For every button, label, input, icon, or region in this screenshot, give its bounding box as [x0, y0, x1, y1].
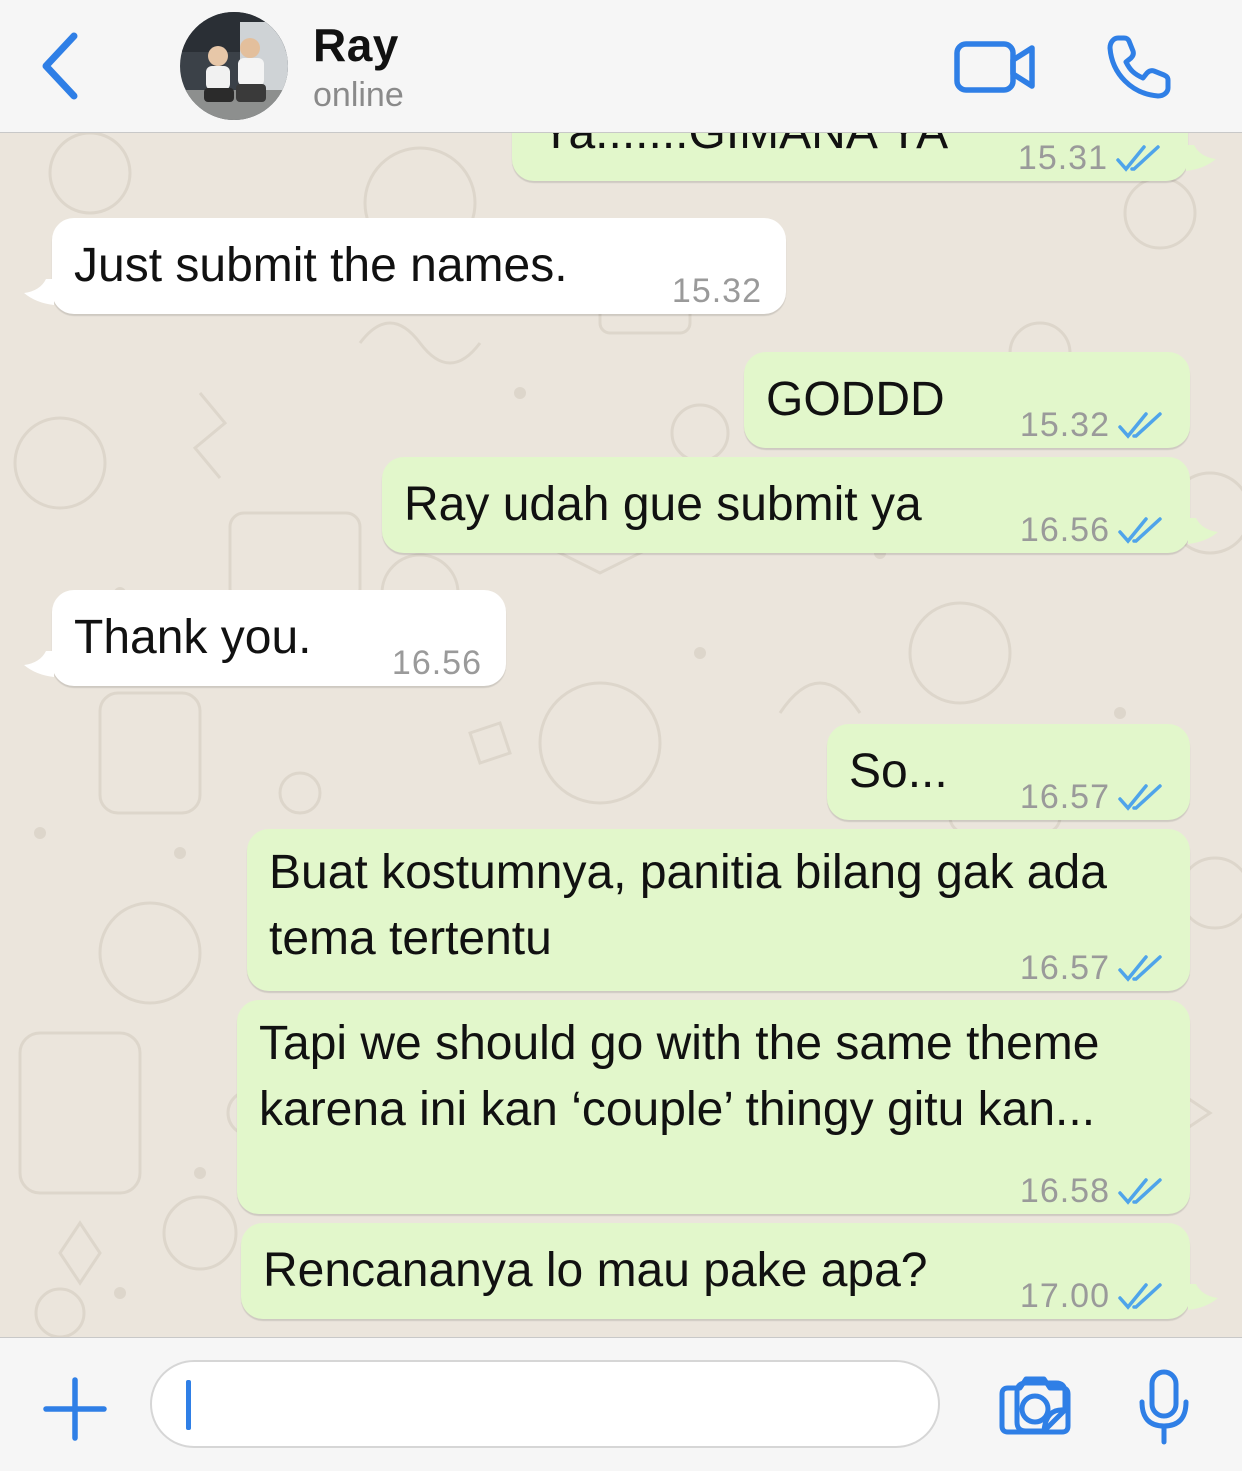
microphone-icon — [1139, 1369, 1189, 1445]
message-bubble-outgoing[interactable]: So... 16.57 — [827, 724, 1190, 820]
bubble-tail — [1188, 1284, 1218, 1310]
message-text: Ray udah gue submit ya — [404, 478, 922, 531]
message-bubble-outgoing[interactable]: Ray udah gue submit ya 16.56 — [382, 457, 1190, 553]
plus-icon — [43, 1377, 107, 1441]
attach-button[interactable] — [40, 1374, 110, 1444]
message-time: 16.58 — [1019, 1172, 1110, 1210]
message-time: 15.32 — [1019, 406, 1110, 444]
voice-message-button[interactable] — [1136, 1368, 1192, 1446]
bubble-tail — [1188, 518, 1218, 544]
message-time: 16.56 — [391, 644, 482, 682]
contact-avatar[interactable] — [180, 12, 288, 120]
message-bubble-incoming[interactable]: Just submit the names. 15.32 — [52, 218, 786, 314]
read-ticks-icon — [1118, 955, 1162, 982]
message-text-line: Buat kostumnya, panitia bilang gak ada — [269, 846, 1107, 899]
message-bubble-outgoing[interactable]: Buat kostumnya, panitia bilang gak ada t… — [247, 829, 1190, 991]
message-text: So... — [849, 745, 948, 798]
message-time: 15.32 — [671, 272, 762, 310]
video-call-button[interactable] — [952, 36, 1040, 98]
camera-button[interactable] — [998, 1374, 1072, 1436]
message-text: Ya.......GIMANA YA — [540, 133, 948, 166]
text-caret — [186, 1380, 191, 1430]
voice-call-button[interactable] — [1104, 32, 1174, 102]
message-time: 16.57 — [1019, 949, 1110, 987]
phone-icon — [1107, 35, 1171, 99]
bubble-tail — [24, 651, 54, 677]
message-text-line: karena ini kan ‘couple’ thingy gitu kan.… — [259, 1083, 1096, 1136]
chevron-left-icon — [42, 32, 78, 100]
contact-status: online — [313, 76, 404, 114]
message-bubble-outgoing[interactable]: Ya.......GIMANA YA 15.31 — [512, 133, 1188, 181]
message-time: 17.00 — [1019, 1277, 1110, 1315]
message-bubble-outgoing[interactable]: GODDD 15.32 — [744, 352, 1190, 448]
message-list[interactable]: Ya.......GIMANA YA 15.31 Just submit the… — [0, 133, 1242, 1337]
message-bubble-outgoing[interactable]: Tapi we should go with the same theme ka… — [237, 1000, 1190, 1214]
message-text: Just submit the names. — [74, 239, 568, 292]
message-text: Rencananya lo mau pake apa? — [263, 1244, 928, 1297]
message-bubble-incoming[interactable]: Thank you. 16.56 — [52, 590, 506, 686]
message-time: 15.31 — [1017, 139, 1108, 177]
contact-name[interactable]: Ray — [313, 18, 399, 72]
message-time: 16.56 — [1019, 511, 1110, 549]
read-ticks-icon — [1118, 517, 1162, 544]
read-ticks-icon — [1116, 145, 1160, 172]
message-text-line: tema tertentu — [269, 912, 552, 965]
read-ticks-icon — [1118, 412, 1162, 439]
read-ticks-icon — [1118, 1178, 1162, 1205]
bubble-tail — [24, 279, 54, 305]
camera-icon — [999, 1376, 1071, 1435]
back-button[interactable] — [30, 30, 90, 102]
chat-header: Ray online — [0, 0, 1242, 133]
message-bubble-outgoing[interactable]: Rencananya lo mau pake apa? 17.00 — [241, 1223, 1190, 1319]
read-ticks-icon — [1118, 784, 1162, 811]
message-input[interactable] — [150, 1360, 1068, 1448]
message-text: Thank you. — [74, 611, 312, 664]
composer-bar — [0, 1337, 1242, 1471]
message-text-line: Tapi we should go with the same theme — [259, 1017, 1100, 1070]
video-camera-icon — [954, 41, 1035, 93]
read-ticks-icon — [1118, 1283, 1162, 1310]
message-time: 16.57 — [1019, 778, 1110, 816]
message-text: GODDD — [766, 373, 945, 426]
bubble-tail — [1186, 145, 1216, 171]
